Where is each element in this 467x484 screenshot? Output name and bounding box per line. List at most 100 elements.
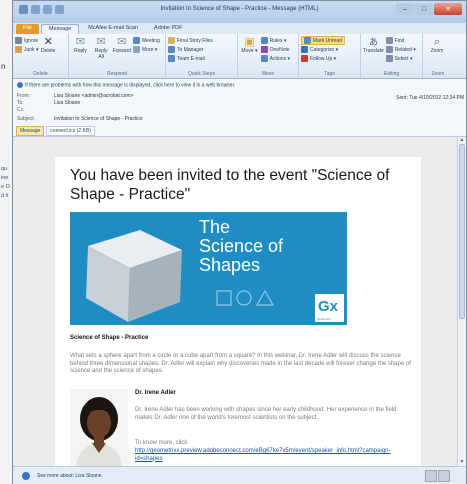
group-label: Delete (33, 71, 48, 77)
info-bar[interactable]: If there are problems with how this mess… (17, 82, 235, 88)
bg-text-line: qu (1, 166, 8, 172)
message-header: If there are problems with how this mess… (13, 79, 466, 137)
scroll-up-arrow[interactable]: ▲ (458, 137, 466, 144)
tab-mcafee[interactable]: McAfee E-mail Scan (81, 24, 145, 34)
title-bar: Invitation to Science of Shape - Practic… (13, 1, 466, 23)
junk-button[interactable]: Junk ▾ (15, 45, 38, 54)
mark-unread-icon (304, 37, 311, 44)
message-attachment-tab[interactable]: Message (16, 126, 45, 136)
zoom-button[interactable]: ⌕ Zoom (425, 36, 449, 55)
meeting-icon (133, 37, 141, 44)
speaker-portrait (70, 389, 128, 466)
tab-file[interactable]: File (16, 24, 39, 34)
close-button[interactable]: ✕ (434, 3, 462, 15)
tab-message[interactable]: Message (40, 24, 80, 34)
onenote-icon (260, 46, 268, 53)
email-body: You have been invited to the event "Scie… (55, 157, 421, 466)
event-description: What sets a sphere apart from a circle o… (70, 353, 411, 374)
translate-button[interactable]: あ Translate (363, 36, 384, 55)
reply-all-button[interactable]: ✉ Reply All (92, 36, 111, 60)
sent-date: Sent: Tue 4/10/2012 12:34 PM (396, 95, 464, 101)
quick-step-item[interactable]: Team E-mail (168, 54, 213, 63)
to-value[interactable]: Lisa Sloane (54, 100, 80, 106)
outlook-message-window: Invitation to Science of Shape - Practic… (12, 0, 467, 484)
move-button[interactable]: ▣ Move ▾ (240, 36, 259, 55)
group-label: Editing (383, 71, 400, 77)
group-label: Respond (106, 71, 127, 77)
related-icon (385, 46, 393, 53)
from-value[interactable]: Lisa Sloane <admin@acrobat.com> (54, 93, 134, 99)
quick-step-item[interactable]: Final Story Files (168, 36, 213, 45)
reply-button[interactable]: ✉ Reply (71, 36, 90, 55)
to-row: To: Lisa Sloane (17, 100, 81, 106)
reading-pane[interactable]: You have been invited to the event "Scie… (13, 137, 466, 466)
people-pane-bar: See more about: Lisa Sloane. (13, 466, 466, 484)
vertical-scrollbar[interactable]: ▲ ▼ (457, 137, 466, 466)
subject-row: Subject: Invitation to Science of Shape -… (17, 116, 143, 122)
bg-text-line: n (1, 62, 6, 71)
contact-thumbnail[interactable] (438, 470, 450, 482)
window-controls: – □ ✕ (396, 3, 462, 15)
tags-group: Mark Unread Categorize ▾ Follow Up ▾ Tag… (299, 34, 361, 78)
cube-graphic (86, 230, 182, 322)
tab-adobe-pdf[interactable]: Adobe PDF (147, 24, 189, 34)
ignore-button[interactable]: Ignore (15, 36, 38, 45)
attachment-bar: Message connect.ics (2 KB) (16, 126, 95, 136)
square-icon (216, 290, 232, 306)
bg-text-line: d li (1, 193, 9, 199)
flag-icon (301, 55, 308, 62)
group-label: Tags (324, 71, 335, 77)
onenote-button[interactable]: OneNote (260, 45, 290, 54)
group-label: Quick Steps (188, 71, 215, 77)
follow-up-button[interactable]: Follow Up ▾ (301, 54, 345, 63)
cc-row: Cc: (17, 107, 25, 113)
people-pane-thumbnails (425, 470, 450, 482)
speaker-bio: Dr. Irene Adler has been working with sh… (135, 407, 397, 421)
junk-icon (15, 46, 22, 53)
actions-icon (260, 55, 268, 62)
ribbon-tabs: File Message McAfee E-mail Scan Adobe PD… (13, 23, 466, 34)
meeting-button[interactable]: Meeting (133, 36, 163, 45)
rules-button[interactable]: Rules ▾ (260, 36, 290, 45)
maximize-button[interactable]: □ (415, 3, 433, 15)
quick-steps-group: Final Story Files To Manager Team E-mail… (166, 34, 238, 78)
event-banner: The Science of Shapes Gx Geometrix (70, 212, 347, 325)
scroll-thumb[interactable] (459, 144, 465, 319)
more-icon (133, 46, 141, 53)
speaker-info-link[interactable]: http://geometrixx.preview.adobeconnect.c… (135, 448, 415, 463)
forward-button[interactable]: ✉ Forward (112, 36, 131, 55)
event-title: Science of Shape - Practice (70, 335, 149, 341)
related-button[interactable]: Related ▾ (385, 45, 416, 54)
more-button[interactable]: More ▾ (133, 45, 163, 54)
info-icon (17, 82, 23, 88)
actions-button[interactable]: Actions ▾ (260, 54, 290, 63)
categorize-button[interactable]: Categorize ▾ (301, 45, 345, 54)
quick-step-item[interactable]: To Manager (168, 45, 213, 54)
know-more-text: To know more, click (135, 440, 188, 446)
mark-unread-button[interactable]: Mark Unread (301, 36, 345, 45)
ribbon: Ignore Junk ▾ ✕ Delete Delete ✉ Reply ✉ Rep… (13, 34, 466, 79)
rules-icon (260, 37, 268, 44)
minimize-button[interactable]: – (396, 3, 414, 15)
from-row: From: Lisa Sloane <admin@acrobat.com> (17, 93, 134, 99)
delete-button[interactable]: ✕ Delete (39, 36, 58, 55)
delete-group: Ignore Junk ▾ ✕ Delete Delete (13, 34, 69, 78)
ics-attachment[interactable]: connect.ics (2 KB) (46, 126, 95, 136)
contact-thumbnail[interactable] (425, 470, 437, 482)
banner-title: The Science of Shapes (199, 217, 284, 275)
find-button[interactable]: Find (385, 36, 416, 45)
select-button[interactable]: Select ▾ (385, 54, 416, 63)
editing-group: あ Translate Find Related ▾ Select ▾ Editi… (361, 34, 423, 78)
triangle-icon (256, 290, 274, 306)
shape-icons (216, 290, 274, 306)
quick-step-icon (168, 55, 175, 62)
scroll-down-arrow[interactable]: ▼ (458, 459, 466, 466)
geometrixx-logo: Gx Geometrix (315, 294, 344, 322)
speaker-name: Dr. Irene Adler (135, 390, 176, 396)
circle-icon (236, 290, 252, 306)
bg-text-line: e O (1, 184, 10, 190)
ignore-icon (15, 37, 22, 44)
people-pane-text[interactable]: See more about: Lisa Sloane. (37, 473, 103, 479)
person-icon (22, 472, 30, 480)
group-label: Zoom (431, 71, 445, 77)
